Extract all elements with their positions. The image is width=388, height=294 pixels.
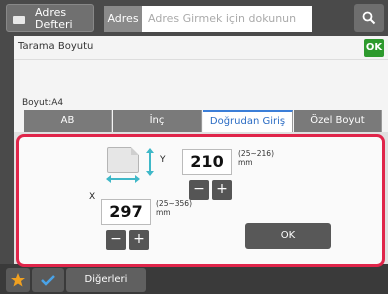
search-button[interactable] xyxy=(354,4,384,32)
tab-direct-entry[interactable]: Doğrudan Giriş xyxy=(203,110,293,132)
tab-custom-size[interactable]: Özel Boyut xyxy=(294,110,382,132)
bottom-bar: Diğerleri xyxy=(0,264,388,294)
size-tabs: AB İnç Doğrudan Giriş Özel Boyut xyxy=(24,110,382,132)
y-range: (25~216) mm xyxy=(238,149,274,167)
tab-ab[interactable]: AB xyxy=(24,110,112,132)
confirm-button[interactable] xyxy=(32,268,64,292)
tab-inch[interactable]: İnç xyxy=(113,110,202,132)
y-arrow-icon xyxy=(146,148,154,176)
y-range-text: (25~216) xyxy=(238,149,274,158)
dialog-header: Tarama Boyutu OK xyxy=(14,36,388,60)
x-unit: mm xyxy=(156,208,171,217)
others-button[interactable]: Diğerleri xyxy=(66,268,146,292)
address-input[interactable]: Adres Girmek için dokunun xyxy=(142,6,312,32)
dialog-title: Tarama Boyutu xyxy=(18,41,94,52)
search-icon xyxy=(362,11,376,25)
y-plus-button[interactable]: + xyxy=(212,180,232,200)
paper-icon xyxy=(107,147,139,173)
y-unit: mm xyxy=(238,158,253,167)
x-range-text: (25~356) xyxy=(156,199,192,208)
address-book-button[interactable]: Adres Defteri xyxy=(6,4,94,32)
x-plus-button[interactable]: + xyxy=(129,230,149,250)
y-minus-button[interactable]: − xyxy=(189,180,209,200)
left-edge xyxy=(0,36,14,294)
check-icon xyxy=(41,275,55,286)
address-tab[interactable]: Adres xyxy=(104,6,142,32)
x-value-field[interactable]: 297 xyxy=(101,199,151,225)
address-book-icon xyxy=(13,16,25,24)
x-arrow-icon xyxy=(106,175,140,183)
current-size-label: Boyut:A4 xyxy=(22,98,64,108)
dialog-ok-button[interactable]: OK xyxy=(364,39,384,57)
y-label: Y xyxy=(160,155,166,165)
y-value-field[interactable]: 210 xyxy=(182,149,232,175)
direct-entry-popup: Y X 210 (25~216) mm − + 297 (25~356) mm … xyxy=(16,134,385,267)
x-range: (25~356) mm xyxy=(156,199,192,217)
x-label: X xyxy=(89,192,96,202)
x-minus-button[interactable]: − xyxy=(106,230,126,250)
star-icon xyxy=(11,273,25,287)
top-bar: Adres Defteri Adres Adres Girmek için do… xyxy=(0,0,388,36)
address-book-label: Adres Defteri xyxy=(35,6,73,31)
favorites-button[interactable] xyxy=(6,268,30,292)
popup-ok-button[interactable]: OK xyxy=(245,223,331,249)
